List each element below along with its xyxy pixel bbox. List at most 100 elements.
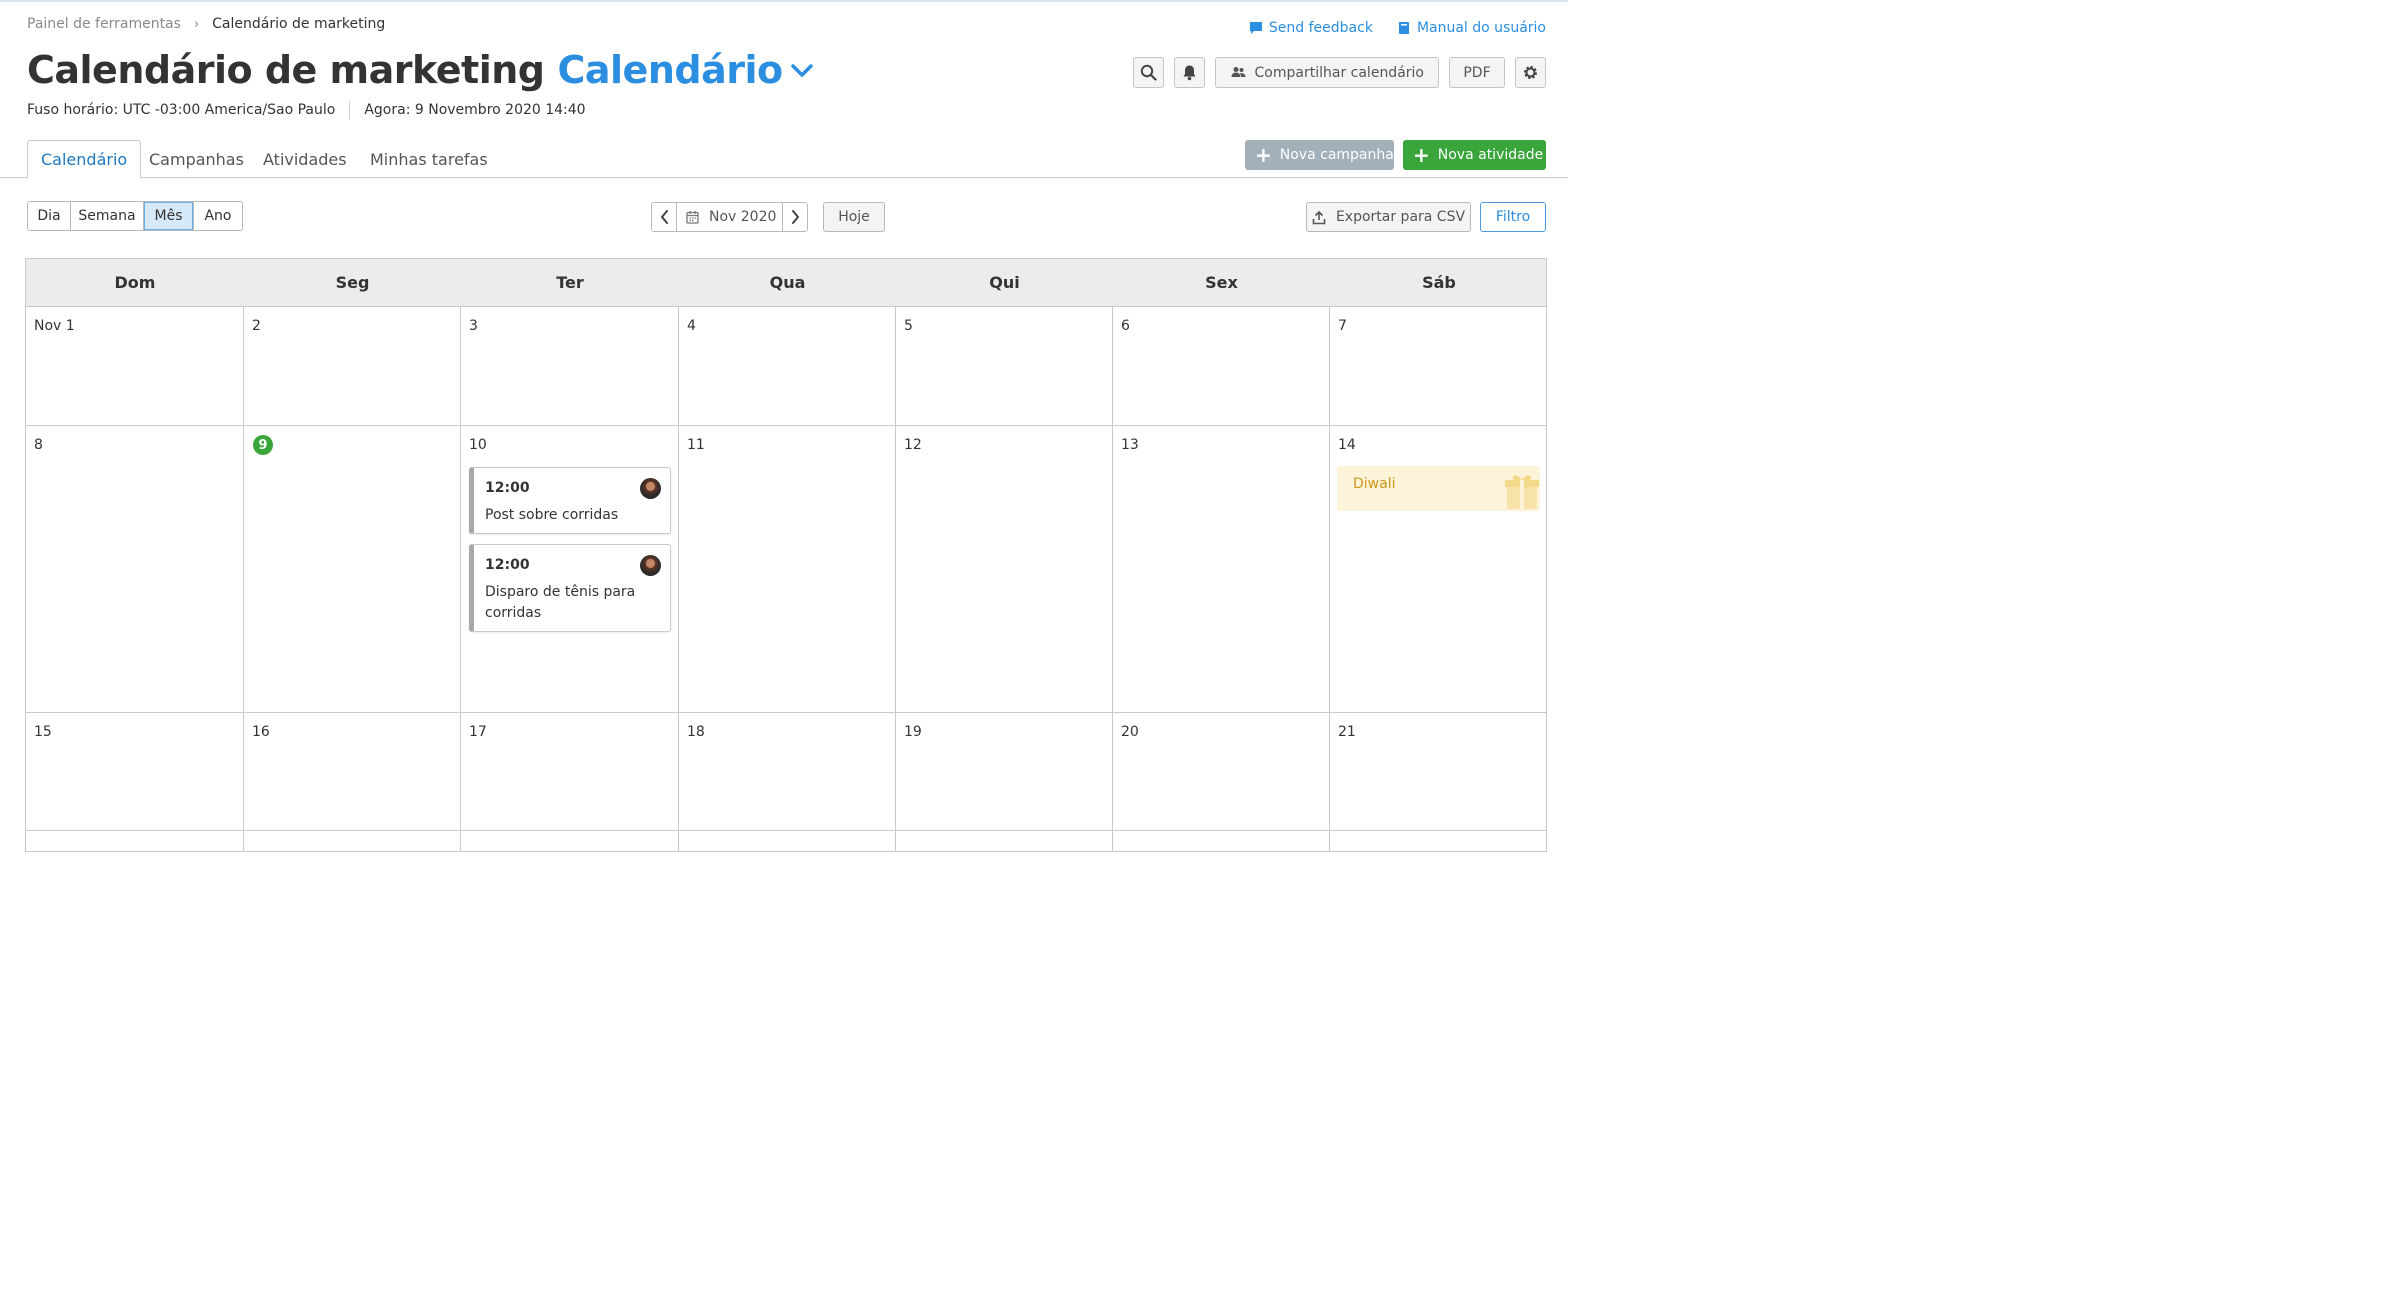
view-select-label: Calendário: [557, 48, 783, 92]
month-calendar: Dom Seg Ter Qua Qui Sex Sáb Nov 1 2 3 4 …: [25, 258, 1547, 852]
new-campaign-label: Nova campanha: [1279, 147, 1394, 163]
day-cell[interactable]: [679, 831, 896, 851]
day-cell[interactable]: 18: [679, 713, 896, 830]
week-row: Nov 1 2 3 4 5 6 7: [26, 307, 1546, 426]
day-cell[interactable]: 13: [1113, 426, 1330, 712]
weekday-header: Dom Seg Ter Qua Qui Sex Sáb: [26, 259, 1546, 307]
day-cell[interactable]: [1330, 831, 1548, 851]
day-cell[interactable]: 16: [244, 713, 461, 830]
holiday-card[interactable]: Diwali: [1337, 466, 1540, 511]
previous-month-button[interactable]: [652, 203, 677, 231]
next-month-button[interactable]: [782, 203, 807, 231]
day-cell[interactable]: 11: [679, 426, 896, 712]
view-mode-day[interactable]: Dia: [28, 202, 71, 230]
breadcrumb-current: Calendário de marketing: [212, 16, 386, 32]
event-card[interactable]: 12:00 Post sobre corridas: [469, 467, 671, 534]
day-cell[interactable]: 7: [1330, 307, 1548, 425]
day-cell[interactable]: 10 12:00 Post sobre corridas 12:00 Dispa…: [461, 426, 679, 712]
title-row: Calendário de marketing Calendário: [27, 48, 815, 92]
day-number: 17: [469, 724, 487, 740]
top-links: Send feedback Manual do usuário: [1249, 20, 1546, 36]
search-icon: [1140, 64, 1157, 81]
plus-icon: +: [1413, 143, 1430, 167]
view-select-dropdown[interactable]: Calendário: [557, 48, 814, 92]
day-cell[interactable]: 19: [896, 713, 1113, 830]
tab-campaigns[interactable]: Campanhas: [136, 140, 257, 178]
event-card[interactable]: 12:00 Disparo de tênis para corridas: [469, 544, 671, 632]
week-row: 8 9 10 12:00 Post sobre corridas 12:00 D…: [26, 426, 1546, 713]
breadcrumb-link-tools[interactable]: Painel de ferramentas: [27, 16, 181, 32]
search-button[interactable]: [1132, 57, 1164, 88]
day-number: 2: [252, 318, 261, 334]
chevron-left-icon: [660, 210, 668, 224]
day-cell[interactable]: 2: [244, 307, 461, 425]
day-number: 10: [469, 437, 487, 453]
day-cell[interactable]: [1113, 831, 1330, 851]
filter-button[interactable]: Filtro: [1480, 202, 1546, 232]
holiday-name: Diwali: [1353, 476, 1396, 492]
event-time: 12:00: [485, 480, 530, 496]
day-cell[interactable]: [896, 831, 1113, 851]
date-navigator: Nov 2020: [651, 202, 808, 232]
pdf-button[interactable]: PDF: [1449, 57, 1505, 88]
page-title: Calendário de marketing: [27, 48, 545, 92]
day-cell[interactable]: 4: [679, 307, 896, 425]
tab-activities[interactable]: Atividades: [250, 140, 360, 178]
share-calendar-button[interactable]: Compartilhar calendário: [1214, 57, 1439, 88]
send-feedback-label: Send feedback: [1268, 20, 1373, 36]
today-button[interactable]: Hoje: [823, 202, 885, 232]
tab-calendar[interactable]: Calendário: [27, 140, 142, 179]
day-cell[interactable]: 3: [461, 307, 679, 425]
day-cell[interactable]: 20: [1113, 713, 1330, 830]
new-campaign-button[interactable]: + Nova campanha: [1245, 140, 1394, 170]
view-mode-month[interactable]: Mês: [144, 202, 194, 230]
day-cell[interactable]: 8: [26, 426, 244, 712]
day-number: 5: [904, 318, 913, 334]
day-cell-today[interactable]: 9: [244, 426, 461, 712]
weekday-friday: Sex: [1205, 273, 1238, 292]
new-activity-button[interactable]: + Nova atividade: [1403, 140, 1546, 170]
user-manual-label: Manual do usuário: [1416, 20, 1546, 36]
day-number: 20: [1121, 724, 1139, 740]
chat-bubble-icon: [1249, 22, 1262, 34]
weekday-thursday: Qui: [989, 273, 1020, 292]
gift-icon: [1505, 475, 1539, 509]
day-number: 7: [1338, 318, 1347, 334]
day-cell[interactable]: 17: [461, 713, 679, 830]
view-mode-week[interactable]: Semana: [71, 202, 144, 230]
user-manual-link[interactable]: Manual do usuário: [1397, 20, 1546, 36]
day-cell[interactable]: 5: [896, 307, 1113, 425]
avatar: [640, 478, 661, 499]
week-row: [26, 831, 1546, 851]
day-cell[interactable]: 6: [1113, 307, 1330, 425]
book-icon: [1398, 22, 1409, 34]
day-number: 11: [687, 437, 705, 453]
notifications-button[interactable]: [1173, 57, 1205, 88]
view-mode-year[interactable]: Ano: [194, 202, 242, 230]
day-cell[interactable]: [461, 831, 679, 851]
plus-icon: +: [1255, 143, 1272, 167]
day-cell[interactable]: [26, 831, 244, 851]
month-picker[interactable]: Nov 2020: [677, 203, 782, 231]
breadcrumb: Painel de ferramentas › Calendário de ma…: [27, 16, 385, 32]
day-cell[interactable]: 21: [1330, 713, 1548, 830]
header-toolbar: Compartilhar calendário PDF: [1132, 57, 1546, 88]
users-icon: [1231, 67, 1246, 77]
send-feedback-link[interactable]: Send feedback: [1249, 20, 1373, 36]
day-cell[interactable]: [244, 831, 461, 851]
weekday-saturday: Sáb: [1422, 273, 1456, 292]
day-number: 3: [469, 318, 478, 334]
day-number: 15: [34, 724, 52, 740]
day-number: 14: [1338, 437, 1356, 453]
day-cell[interactable]: 14 Diwali: [1330, 426, 1548, 712]
day-number: 16: [252, 724, 270, 740]
day-cell[interactable]: Nov 1: [26, 307, 244, 425]
day-cell[interactable]: 12: [896, 426, 1113, 712]
tab-my-tasks[interactable]: Minhas tarefas: [357, 140, 501, 178]
export-csv-button[interactable]: Exportar para CSV: [1306, 202, 1471, 232]
settings-button[interactable]: [1515, 57, 1546, 88]
day-number: 19: [904, 724, 922, 740]
subline-divider: [349, 101, 351, 119]
day-cell[interactable]: 15: [26, 713, 244, 830]
timezone-text: Fuso horário: UTC -03:00 America/Sao Pau…: [27, 102, 336, 118]
